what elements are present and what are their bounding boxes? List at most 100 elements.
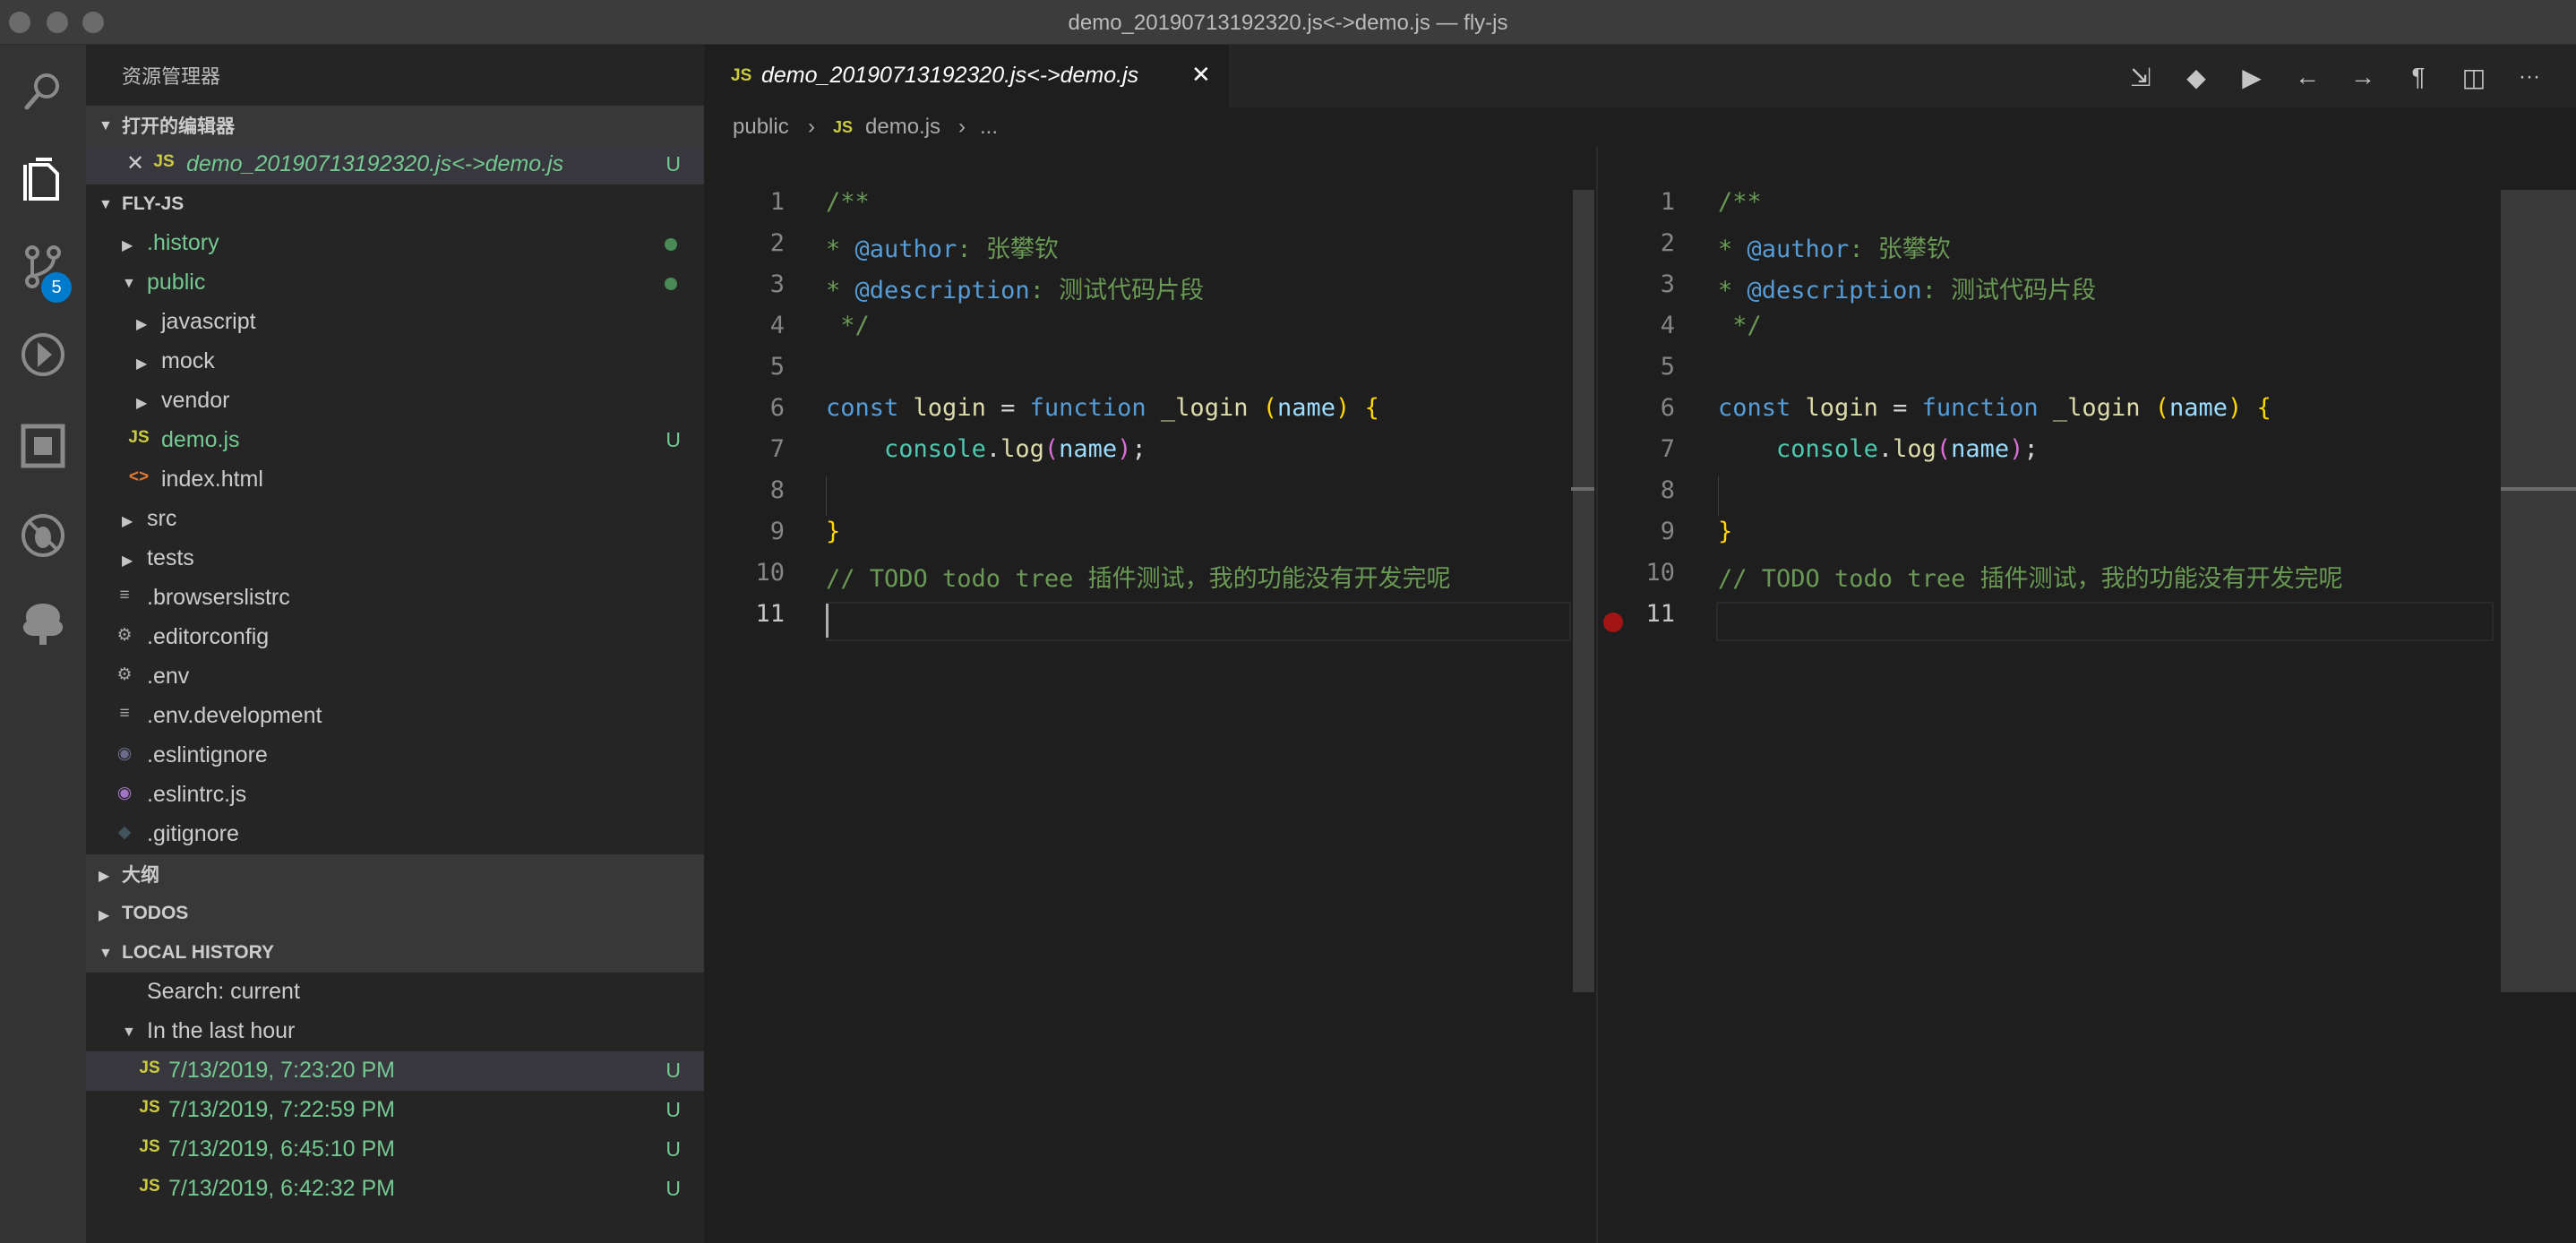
whitespace-icon[interactable]: ¶ (2400, 59, 2436, 95)
search-icon[interactable] (0, 52, 86, 131)
chevron-right-icon: ▶ (136, 396, 148, 411)
tree-item-demo-js[interactable]: JS demo.js U (86, 421, 704, 460)
history-entry[interactable]: JS 7/13/2019, 7:23:20 PM U (86, 1051, 704, 1091)
tree-item-index-html[interactable]: <> index.html (86, 460, 704, 500)
run-icon[interactable]: ▶ (2234, 59, 2270, 95)
git-icon: ◆ (117, 823, 132, 842)
tree-item-public[interactable]: ▼ public (86, 263, 704, 303)
tree-item-env-development[interactable]: ≡ .env.development (86, 697, 704, 736)
chevron-down-icon: ▼ (122, 276, 136, 291)
modified-dot (665, 278, 677, 290)
more-icon[interactable]: ··· (2512, 59, 2547, 95)
debug-icon[interactable] (0, 315, 86, 394)
line-number: 11 (755, 600, 785, 628)
code-line: * @description: 测试代码片段 (826, 277, 1205, 304)
tree-item-eslintignore[interactable]: ◉ .eslintignore (86, 736, 704, 776)
close-icon[interactable]: ✕ (1191, 61, 1211, 89)
todos-header[interactable]: ▶ TODOS (86, 894, 704, 933)
source-control-icon[interactable]: 5 (0, 227, 86, 306)
status-badge: U (665, 1059, 681, 1082)
history-entry[interactable]: JS 7/13/2019, 7:22:59 PM U (86, 1091, 704, 1130)
chevron-right-icon: ▶ (99, 908, 110, 923)
tree-item-mock[interactable]: ▶ mock (86, 342, 704, 381)
chevron-down-icon: ▼ (99, 118, 113, 133)
tree-item-vendor[interactable]: ▶ vendor (86, 381, 704, 421)
js-file-icon: JS (139, 1177, 160, 1196)
local-history-search[interactable]: Search: current (86, 973, 704, 1012)
js-file-icon: JS (833, 118, 854, 136)
indent-guide (826, 476, 827, 516)
tab-bar: JS demo_20190713192320.js<->demo.js ✕ ⇲ … (704, 45, 2576, 107)
open-editor-item[interactable]: ✕ JS demo_20190713192320.js<->demo.js U (86, 145, 704, 184)
history-entry[interactable]: JS 7/13/2019, 6:45:10 PM U (86, 1130, 704, 1170)
tree-item-history[interactable]: ▶ .history (86, 224, 704, 263)
line-number: 5 (1660, 353, 1675, 381)
split-editor-icon[interactable]: ◫ (2456, 59, 2492, 95)
scrollbar[interactable] (1573, 190, 1594, 992)
arrow-right-icon[interactable]: → (2345, 59, 2381, 95)
line-number: 2 (1660, 229, 1675, 257)
tree-item-eslintrc-js[interactable]: ◉ .eslintrc.js (86, 776, 704, 815)
code-line: console.log(name); (1776, 435, 2039, 463)
activity-bar: 5 (0, 45, 86, 1243)
line-number: 10 (1645, 559, 1675, 587)
code-line: */ (1718, 312, 1762, 339)
files-icon[interactable] (0, 141, 86, 220)
chevron-right-icon: › (808, 115, 815, 139)
line-number: 4 (769, 312, 785, 339)
editor-area: JS demo_20190713192320.js<->demo.js ✕ ⇲ … (704, 45, 2576, 1243)
close-icon[interactable]: ✕ (122, 150, 149, 176)
code-line: /** (826, 188, 870, 216)
chevron-right-icon: ▶ (122, 514, 133, 529)
indent-guide (1718, 476, 1719, 516)
line-number: 1 (769, 188, 785, 216)
gear-icon: ⚙ (116, 665, 133, 684)
breakpoint-icon[interactable] (1603, 613, 1623, 632)
breadcrumb-file[interactable]: demo.js (865, 115, 940, 140)
diff-right-pane[interactable]: 1 2 3 4 5 6 7 8 9 10 11 /** * @author: 张… (1598, 147, 2576, 1243)
js-file-icon: JS (139, 1098, 160, 1117)
js-file-icon: JS (139, 1137, 160, 1156)
local-history-header[interactable]: ▼ LOCAL HISTORY (86, 933, 704, 973)
tree-item-src[interactable]: ▶ src (86, 500, 704, 539)
tree-item-editorconfig[interactable]: ⚙ .editorconfig (86, 618, 704, 657)
tree-item-tests[interactable]: ▶ tests (86, 539, 704, 579)
line-number: 7 (1660, 435, 1675, 463)
js-file-icon: JS (139, 1059, 160, 1077)
diff-left-pane[interactable]: 1 2 3 4 5 6 7 8 9 10 11 /** * @author: 张… (704, 147, 1596, 1243)
tree-icon[interactable] (0, 584, 86, 663)
tab-diff-editor[interactable]: JS demo_20190713192320.js<->demo.js ✕ (704, 45, 1229, 107)
code-line: * @author: 张攀钦 (1718, 236, 1951, 263)
line-number: 1 (1660, 188, 1675, 216)
line-number: 9 (1660, 518, 1675, 545)
code-line: /** (1718, 188, 1762, 216)
line-number: 8 (1660, 476, 1675, 504)
tree-item-javascript[interactable]: ▶ javascript (86, 303, 704, 342)
code-line: */ (826, 312, 870, 339)
breadcrumb-more[interactable]: ... (980, 115, 998, 140)
history-entry[interactable]: JS 7/13/2019, 6:42:32 PM U (86, 1170, 704, 1209)
chevron-right-icon: ▶ (122, 238, 133, 253)
line-number: 8 (769, 476, 785, 504)
code-line: } (826, 518, 841, 545)
open-file-icon[interactable]: ⇲ (2123, 59, 2159, 95)
status-badge: U (665, 152, 681, 176)
local-history-group[interactable]: ▼ In the last hour (86, 1012, 704, 1051)
arrow-left-icon[interactable]: ← (2289, 59, 2325, 95)
tree-item-browserslistrc[interactable]: ≡ .browserslistrc (86, 579, 704, 618)
tab-label: demo_20190713192320.js<->demo.js (761, 63, 1139, 88)
project-header[interactable]: ▼ FLY-JS (86, 184, 704, 224)
scrollbar[interactable] (2501, 190, 2576, 992)
no-bug-icon[interactable] (0, 496, 86, 575)
tree-item-env[interactable]: ⚙ .env (86, 657, 704, 697)
text-file-icon: ≡ (119, 704, 130, 723)
code-line: * @description: 测试代码片段 (1718, 277, 2097, 304)
breadcrumb-folder[interactable]: public (733, 115, 789, 140)
tree-item-gitignore[interactable]: ◆ .gitignore (86, 815, 704, 854)
open-editors-header[interactable]: ▼ 打开的编辑器 (86, 106, 704, 145)
line-number: 10 (755, 559, 785, 587)
outline-header[interactable]: ▶ 大纲 (86, 854, 704, 894)
text-cursor (826, 604, 829, 638)
extensions-icon[interactable] (0, 407, 86, 485)
git-icon[interactable]: ◆ (2178, 59, 2214, 95)
